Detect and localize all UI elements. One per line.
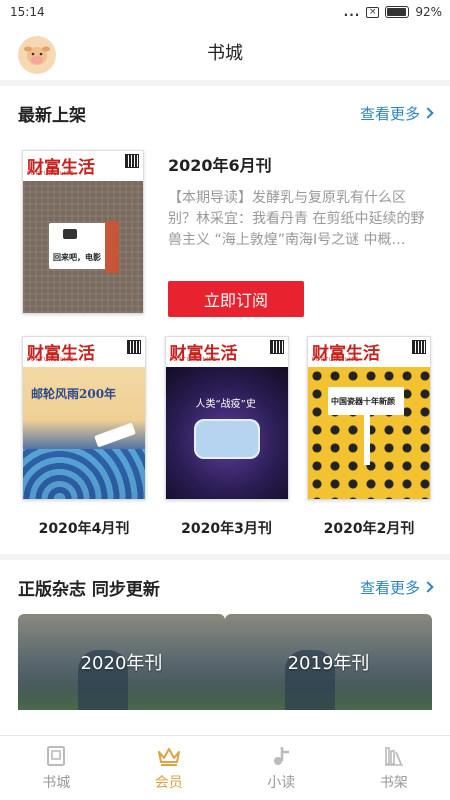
year-banner-2020[interactable]: 2020年刊	[18, 614, 225, 710]
cow-avatar-icon	[24, 46, 50, 65]
ship-icon	[94, 422, 136, 448]
battery-percent: 92%	[415, 5, 442, 19]
more-dots-icon: ...	[343, 5, 361, 19]
tab-reading[interactable]: 小读	[225, 736, 338, 800]
issue-cover[interactable]: 财富生活 FORTUNE LIFE 人类“战疫”史	[164, 336, 289, 500]
cover-subtitle: FORTUNE LIFE	[27, 357, 75, 363]
status-bar: 15:14 ... × 92%	[0, 0, 450, 24]
tab-label: 书架	[379, 775, 408, 791]
cover-headline: 人类“战疫”史	[195, 399, 256, 410]
qr-code-icon	[125, 154, 139, 168]
cover-artwork: 回来吧，电影	[23, 181, 143, 313]
section-title: 最新上架	[18, 105, 86, 126]
bookshelf-icon	[384, 747, 403, 766]
featured-issue: 财富生活 FORTUNE LIFE 回来吧，电影 2020年6月刊 【本期导读】…	[0, 140, 450, 320]
tab-label: 会员	[154, 775, 183, 791]
avatar[interactable]	[18, 36, 56, 74]
banner-label: 2019年刊	[287, 653, 370, 674]
cover-subtitle: FORTUNE LIFE	[27, 171, 75, 177]
issue-label: 2020年2月刊	[323, 521, 415, 537]
view-more-link[interactable]: 查看更多	[359, 577, 434, 598]
year-banners: 2020年刊 2019年刊	[0, 614, 450, 710]
tab-bookshelf[interactable]: 书架	[338, 736, 450, 800]
cover-artwork: 中国瓷器十年新颜	[308, 367, 430, 499]
cover-card: 中国瓷器十年新颜	[328, 387, 404, 415]
featured-info: 2020年6月刊 【本期导读】发酵乳与复原乳有什么区别？林采宜：我看丹青 在剪纸…	[168, 150, 428, 320]
tab-label: 小读	[267, 775, 296, 791]
face-mask-icon	[193, 419, 260, 459]
issue-label: 2020年4月刊	[38, 521, 130, 537]
issue-card[interactable]: 财富生活 FORTUNE LIFE 人类“战疫”史 2020年3月刊	[164, 336, 289, 538]
music-note-icon	[274, 747, 290, 765]
featured-description: 【本期导读】发酵乳与复原乳有什么区别？林采宜：我看丹青 在剪纸中延续的野兽主义 …	[168, 190, 425, 248]
camera-icon	[63, 229, 77, 239]
tab-bookstore[interactable]: 书城	[0, 736, 113, 800]
issue-grid: 财富生活 FORTUNE LIFE 邮轮风雨200年 2020年4月刊 财富生活…	[0, 320, 450, 538]
top-bar: 书城	[0, 24, 450, 86]
waves-art	[23, 449, 145, 499]
qr-code-icon	[269, 340, 284, 354]
cover-red-strip	[105, 221, 119, 273]
view-more-label: 查看更多	[359, 104, 420, 123]
crown-icon	[157, 748, 180, 766]
cover-artwork: 人类“战疫”史	[165, 367, 288, 499]
issue-card[interactable]: 财富生活 FORTUNE LIFE 中国瓷器十年新颜 2020年2月刊	[307, 336, 431, 538]
sign-post	[364, 415, 370, 465]
status-time: 15:14	[10, 5, 45, 19]
cover-subtitle: FORTUNE LIFE	[312, 357, 360, 363]
tab-label: 书城	[42, 775, 71, 791]
subscribe-button[interactable]: 立即订阅	[168, 281, 304, 317]
newest-section-header: 最新上架 查看更多	[0, 86, 450, 140]
cover-headline: 邮轮风雨200年	[31, 387, 117, 401]
section-title: 正版杂志 同步更新	[18, 579, 160, 600]
chevron-right-icon	[422, 581, 434, 593]
qr-code-icon	[412, 340, 426, 354]
cover-artwork: 邮轮风雨200年	[23, 367, 145, 499]
book-icon	[47, 746, 66, 766]
issue-cover[interactable]: 财富生活 FORTUNE LIFE 邮轮风雨200年	[22, 336, 146, 500]
chevron-right-icon	[422, 107, 434, 119]
status-icons: ... × 92%	[344, 5, 442, 19]
qr-code-icon	[127, 340, 141, 354]
banner-label: 2020年刊	[80, 653, 163, 674]
battery-icon	[385, 6, 410, 18]
cover-headline: 中国瓷器十年新颜	[331, 397, 395, 406]
featured-issue-title: 2020年6月刊	[168, 156, 272, 175]
page-title: 书城	[207, 43, 243, 64]
cover-headline: 回来吧，电影	[53, 253, 101, 262]
issue-cover[interactable]: 财富生活 FORTUNE LIFE 中国瓷器十年新颜	[307, 336, 431, 500]
cover-card: 回来吧，电影	[49, 223, 109, 269]
bottom-tab-bar: 书城 会员 小读 书架	[0, 735, 450, 800]
view-more-link[interactable]: 查看更多	[359, 103, 434, 124]
year-banner-2019[interactable]: 2019年刊	[225, 614, 432, 710]
view-more-label: 查看更多	[359, 578, 420, 597]
issue-card[interactable]: 财富生活 FORTUNE LIFE 邮轮风雨200年 2020年4月刊	[22, 336, 146, 538]
no-sim-icon: ×	[366, 6, 380, 18]
tab-member[interactable]: 会员	[113, 736, 226, 800]
genuine-section-header: 正版杂志 同步更新 查看更多	[0, 560, 450, 614]
issue-label: 2020年3月刊	[181, 521, 272, 537]
cover-subtitle: FORTUNE LIFE	[169, 357, 217, 363]
featured-cover[interactable]: 财富生活 FORTUNE LIFE 回来吧，电影	[22, 150, 144, 314]
